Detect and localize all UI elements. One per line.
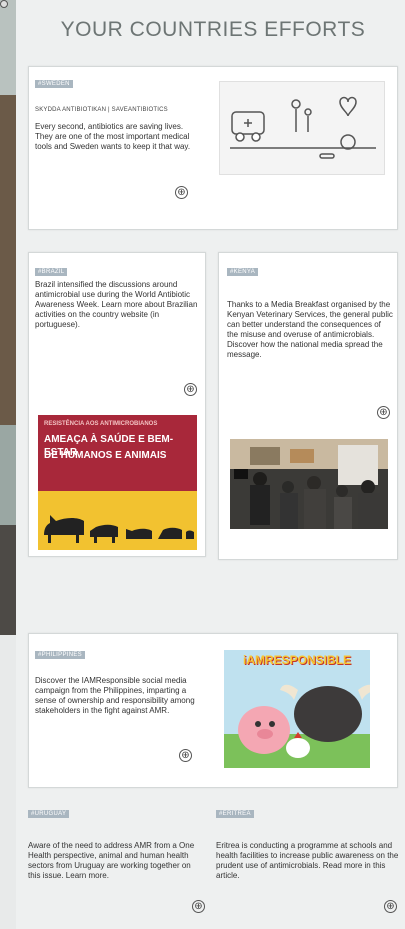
text-kenya: Thanks to a Media Breakfast organised by… bbox=[227, 300, 393, 359]
card-sweden: #SWEDEN SKYDDA ANTIBIOTIKAN | SAVEANTIBI… bbox=[28, 66, 398, 230]
background-photo-strip bbox=[0, 0, 16, 929]
circle-plus-icon[interactable]: ⊕ bbox=[377, 406, 390, 419]
card-kenya: #KENYA Thanks to a Media Breakfast organ… bbox=[218, 252, 398, 560]
circle-plus-icon[interactable]: ⊕ bbox=[175, 186, 188, 199]
kenya-photo bbox=[230, 439, 388, 529]
tag-sweden[interactable]: #SWEDEN bbox=[35, 80, 73, 88]
banner-line2-brazil: DE HUMANOS E ANIMAIS bbox=[44, 450, 167, 461]
tag-kenya[interactable]: #KENYA bbox=[227, 268, 259, 276]
circle-plus-icon[interactable]: ⊕ bbox=[179, 749, 192, 762]
circle-plus-icon[interactable]: ⊕ bbox=[384, 900, 397, 913]
tag-uruguay[interactable]: #URUGUAY bbox=[28, 810, 70, 818]
text-brazil: Brazil intensified the discussions aroun… bbox=[35, 280, 198, 329]
circle-plus-icon[interactable]: ⊕ bbox=[192, 900, 205, 913]
card-philippines: #PHILIPPINES Discover the IAMResponsible… bbox=[28, 633, 398, 788]
text-sweden: Every second, antibiotics are saving liv… bbox=[35, 122, 191, 151]
tag-philippines[interactable]: #PHILIPPINES bbox=[35, 651, 85, 659]
brazil-banner-image: RESISTÊNCIA AOS ANTIMICROBIANOS AMEAÇA À… bbox=[38, 415, 197, 550]
card-uruguay: #URUGUAY Aware of the need to address AM… bbox=[28, 808, 205, 918]
text-uruguay: Aware of the need to address AMR from a … bbox=[28, 841, 195, 880]
text-philippines: Discover the IAMResponsible social media… bbox=[35, 676, 195, 715]
subtag-sweden: SKYDDA ANTIBIOTIKAN | SAVEANTIBIOTICS bbox=[35, 107, 168, 113]
card-brazil: #BRAZIL Brazil intensified the discussio… bbox=[28, 252, 206, 557]
tag-eritrea[interactable]: #ERITREA bbox=[216, 810, 254, 818]
philippines-campaign-image: iAMRESPONSIBLE bbox=[224, 650, 370, 768]
sweden-illustration bbox=[219, 81, 385, 175]
corner-icon bbox=[0, 0, 8, 8]
text-eritrea: Eritrea is conducting a programme at sch… bbox=[216, 841, 399, 880]
circle-plus-icon[interactable]: ⊕ bbox=[184, 383, 197, 396]
card-eritrea: #ERITREA Eritrea is conducting a program… bbox=[216, 808, 400, 918]
banner-small-brazil: RESISTÊNCIA AOS ANTIMICROBIANOS bbox=[44, 421, 158, 427]
campaign-logo-text: iAMRESPONSIBLE bbox=[242, 653, 351, 667]
page-title: YOUR COUNTRIES EFFORTS bbox=[60, 18, 366, 41]
tag-brazil[interactable]: #BRAZIL bbox=[35, 268, 68, 276]
